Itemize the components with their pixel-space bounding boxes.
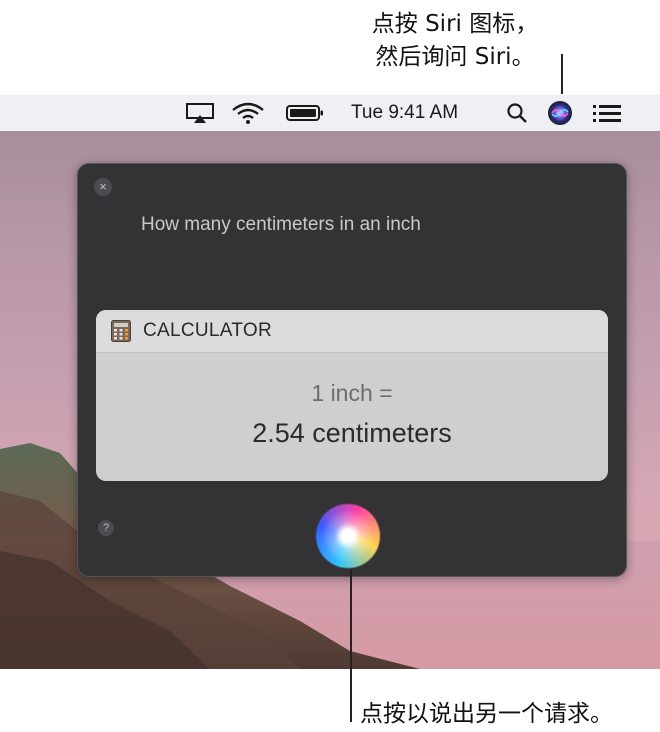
conversion-input: 1 inch = [311,380,393,406]
callout-top-line2: 然后询问 Siri。 [375,44,535,70]
siri-listen-button[interactable] [316,504,380,568]
control-list-icon[interactable] [590,95,624,131]
menu-bar-clock[interactable]: Tue 9:41 AM [351,95,458,131]
menu-bar: Tue 9:41 AM [0,95,660,132]
callout-pointer-line-top [561,54,563,94]
siri-query-text: How many centimeters in an inch [141,214,421,235]
callout-siri-icon: 点按 Siri 图标， 然后询问 Siri。 [330,8,580,74]
siri-icon[interactable] [546,95,574,131]
airplay-icon[interactable] [183,95,217,131]
conversion-result: 2.54 centimeters [252,418,452,448]
callout-top-line1: 点按 Siri 图标， [371,11,539,37]
siri-panel: × How many centimeters in an inch CALCUL… [77,163,627,577]
callout-pointer-line-bottom [350,570,352,722]
calculator-icon [111,320,131,342]
battery-icon[interactable] [285,95,325,131]
close-button[interactable]: × [94,178,112,196]
calculator-card-header: CALCULATOR [96,310,608,353]
calculator-result-card[interactable]: CALCULATOR 1 inch = 2.54 centimeters [96,310,608,481]
calculator-card-title: CALCULATOR [143,320,272,341]
wifi-icon[interactable] [229,95,267,131]
help-button[interactable]: ? [98,520,114,536]
search-icon[interactable] [504,95,530,131]
callout-siri-button: 点按以说出另一个请求。 [360,701,613,727]
